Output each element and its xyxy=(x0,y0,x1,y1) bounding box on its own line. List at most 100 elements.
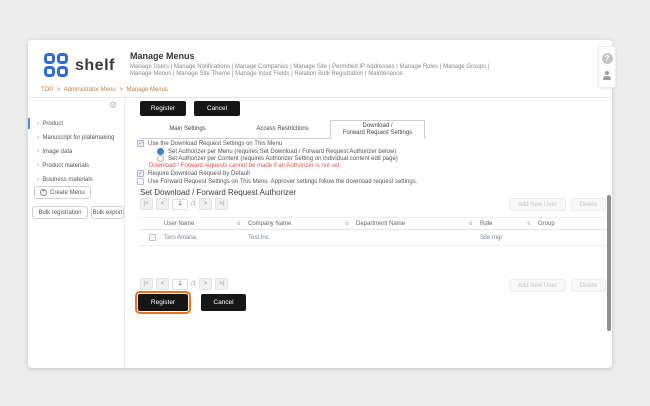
breadcrumb-admin-menu[interactable]: Administrator Menu xyxy=(64,87,116,93)
gear-icon[interactable]: ⚙ xyxy=(109,100,117,111)
admin-nav-links-line2[interactable]: Manage Menus | Manage Site Theme | Manag… xyxy=(130,71,490,78)
tab-download-forward-request-settings[interactable]: Download / Forward Request Settings xyxy=(330,120,425,139)
option-label: Use the Download Request Settings on Thi… xyxy=(148,141,282,147)
sidebar-item-label: Product materials xyxy=(42,163,89,169)
cell-company-name: Test Inc. xyxy=(248,235,356,241)
sidebar-item-image-data[interactable]: › Image data xyxy=(28,145,124,158)
bulk-registration-button[interactable]: Bulk registration xyxy=(32,206,88,219)
chevron-right-icon: › xyxy=(37,163,39,169)
plus-circle-icon: + xyxy=(40,189,47,196)
vertical-scrollbar[interactable] xyxy=(607,195,611,331)
sort-icon[interactable]: ⇅ xyxy=(527,221,531,227)
delete-button[interactable]: Delete xyxy=(571,198,606,211)
header-label: User Name xyxy=(164,221,194,227)
pagination-bottom: |< < /1 > >| xyxy=(140,278,228,290)
user-account-icon[interactable] xyxy=(602,71,612,81)
chevron-right-icon: › xyxy=(37,121,39,127)
row-checkbox-icon[interactable] xyxy=(149,234,156,241)
header-label: Group xyxy=(538,221,555,227)
header-label: Company Name xyxy=(248,221,291,227)
option-authorizer-per-content: Set Authorizer per Content (requires Aut… xyxy=(157,155,398,162)
header-user-name[interactable]: User Name ⇅ xyxy=(164,221,248,227)
add-new-user-button[interactable]: Add New User xyxy=(509,279,566,292)
header-company-name[interactable]: Company Name ⇅ xyxy=(248,221,356,227)
radio-selected-icon[interactable] xyxy=(157,148,164,155)
last-page-button[interactable]: >| xyxy=(215,198,228,210)
sidebar-item-label: Product xyxy=(42,121,63,127)
quick-access-panel: ? xyxy=(598,46,616,88)
sidebar-item-label: Image data xyxy=(42,149,72,155)
option-require-download-request: ✓ Require Download Request by Default xyxy=(137,170,250,177)
pagination-top: |< < /1 > >| xyxy=(140,198,228,210)
sort-icon[interactable]: ⇅ xyxy=(345,221,349,227)
page-title: Manage Menus xyxy=(130,51,490,61)
header-label: Department Name xyxy=(356,221,405,227)
header-role[interactable]: Role ⇅ xyxy=(480,221,538,227)
sidebar-item-label: Manuscript for platemaking xyxy=(42,135,114,141)
last-page-button[interactable]: >| xyxy=(215,278,228,290)
settings-tabs: Main Settings Access Restrictions Downlo… xyxy=(140,120,425,139)
next-page-button[interactable]: > xyxy=(199,198,212,210)
first-page-button[interactable]: |< xyxy=(140,278,153,290)
sidebar-item-product-materials[interactable]: › Product materials xyxy=(28,159,124,172)
table-row: Taro Amana Test Inc. Site mgr xyxy=(140,230,607,246)
option-label: Set Authorizer per Content (requires Aut… xyxy=(168,156,398,162)
top-action-bar: Register Cancel xyxy=(140,101,240,116)
option-use-download-request: ✓ Use the Download Request Settings on T… xyxy=(137,140,282,147)
table-actions-top: Add New User Delete xyxy=(509,198,606,211)
breadcrumb-current: Manage Menus xyxy=(127,87,168,93)
bottom-action-bar: Register Cancel xyxy=(138,294,246,311)
first-page-button[interactable]: |< xyxy=(140,198,153,210)
checkbox-checked-icon[interactable]: ✓ xyxy=(137,140,144,147)
sidebar-item-business-materials[interactable]: › Business materials xyxy=(28,173,124,186)
chevron-right-icon: › xyxy=(37,149,39,155)
sort-icon[interactable]: ⇅ xyxy=(469,221,473,227)
page-number-input[interactable] xyxy=(172,279,188,290)
option-label: Require Download Request by Default xyxy=(148,171,250,177)
prev-page-button[interactable]: < xyxy=(156,278,169,290)
radio-unselected-icon[interactable] xyxy=(157,155,164,162)
header-label: Role xyxy=(480,221,492,227)
sidebar-item-manuscript[interactable]: › Manuscript for platemaking xyxy=(28,131,124,144)
tab-label-line1: Download / xyxy=(362,123,392,130)
breadcrumb-separator: > xyxy=(119,87,123,93)
shelf-logo-icon xyxy=(44,53,70,79)
delete-button[interactable]: Delete xyxy=(571,279,606,292)
chevron-right-icon: › xyxy=(37,135,39,141)
shelf-logo[interactable]: shelf xyxy=(44,53,115,79)
authorizer-table: User Name ⇅ Company Name ⇅ Department Na… xyxy=(140,217,607,246)
register-button-bottom[interactable]: Register xyxy=(138,294,188,311)
desktop-background: shelf Manage Menus Manage Users | Manage… xyxy=(0,0,650,406)
next-page-button[interactable]: > xyxy=(199,278,212,290)
authorizer-warning-text: Download / Forward requests cannot be ma… xyxy=(149,163,341,169)
option-authorizer-per-menu: Set Authorizer per Menu (requires Set Do… xyxy=(157,148,396,155)
sidebar-item-product[interactable]: › Product xyxy=(28,117,124,130)
page-number-input[interactable] xyxy=(172,199,188,210)
create-menu-button[interactable]: + Create Menu xyxy=(34,186,91,199)
checkbox-unchecked-icon[interactable] xyxy=(137,178,144,185)
header: Manage Menus Manage Users | Manage Notif… xyxy=(130,51,490,78)
header-group: Group xyxy=(538,221,607,227)
bulk-export-button[interactable]: Bulk export xyxy=(91,206,124,219)
prev-page-button[interactable]: < xyxy=(156,198,169,210)
sort-icon[interactable]: ⇅ xyxy=(237,221,241,227)
tab-access-restrictions[interactable]: Access Restrictions xyxy=(235,120,330,139)
option-label: Set Authorizer per Menu (requires Set Do… xyxy=(168,149,396,155)
admin-nav-links-line1[interactable]: Manage Users | Manage Notifications | Ma… xyxy=(130,64,490,71)
cell-role: Site mgr xyxy=(480,235,538,241)
sidebar: ⚙ › Product › Manuscript for platemaking… xyxy=(28,98,125,368)
table-actions-bottom: Add New User Delete xyxy=(509,279,606,292)
help-icon[interactable]: ? xyxy=(602,53,613,64)
header-department-name[interactable]: Department Name ⇅ xyxy=(356,221,480,227)
register-button-top[interactable]: Register xyxy=(140,101,186,116)
chevron-right-icon: › xyxy=(37,177,39,183)
tab-main-settings[interactable]: Main Settings xyxy=(140,120,235,139)
main-content: Register Cancel Main Settings Access Res… xyxy=(133,98,612,368)
cancel-button-bottom[interactable]: Cancel xyxy=(201,294,246,311)
page-total-label: /1 xyxy=(191,201,196,207)
authorizer-section-title: Set Download / Forward Request Authorize… xyxy=(140,188,296,197)
add-new-user-button[interactable]: Add New User xyxy=(509,198,566,211)
breadcrumb-top[interactable]: TOP xyxy=(41,87,53,93)
cancel-button-top[interactable]: Cancel xyxy=(194,101,240,116)
checkbox-checked-icon[interactable]: ✓ xyxy=(137,170,144,177)
